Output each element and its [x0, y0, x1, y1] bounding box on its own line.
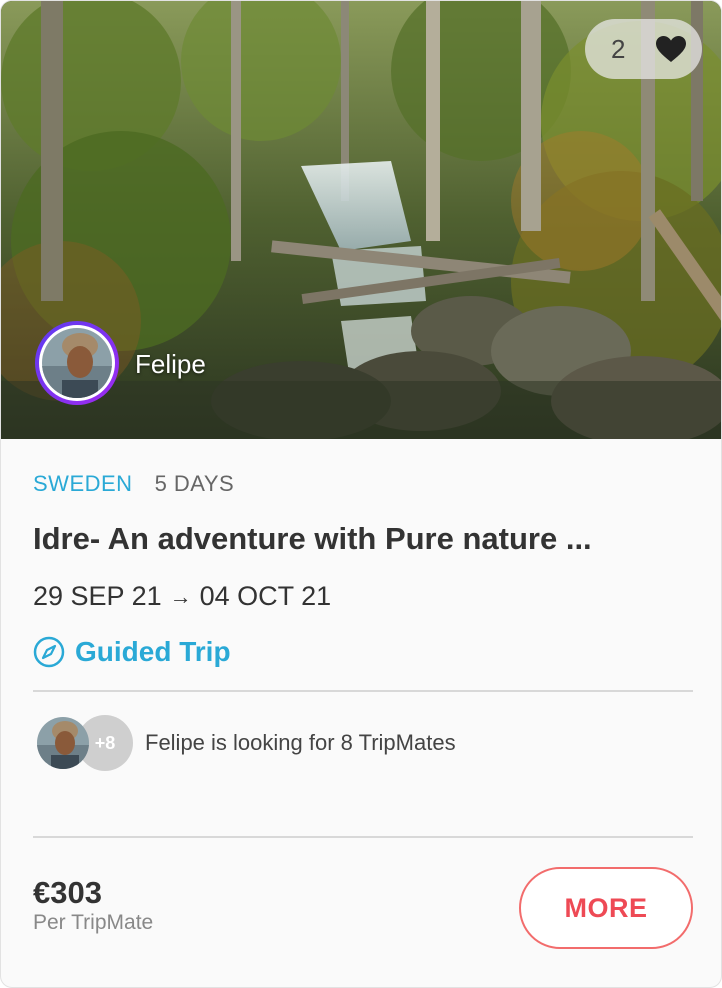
like-button[interactable]: 2: [585, 19, 702, 79]
trip-type: Guided Trip: [33, 636, 231, 668]
trip-end-date: 04 OCT 21: [199, 581, 332, 611]
trip-duration: 5 DAYS: [154, 471, 235, 496]
tripmate-avatar: [37, 717, 89, 769]
host-name[interactable]: Felipe: [135, 349, 206, 380]
arrow-right-icon: →: [169, 583, 192, 609]
trip-meta: SWEDEN 5 DAYS: [33, 471, 234, 497]
trip-dates: 29 SEP 21 → 04 OCT 21: [33, 581, 331, 612]
avatar: [42, 328, 112, 398]
trip-title[interactable]: Idre- An adventure with Pure nature ...: [33, 521, 592, 557]
like-count: 2: [611, 33, 626, 64]
tripmates-message: Felipe is looking for 8 TripMates: [145, 730, 456, 755]
trip-country: SWEDEN: [33, 471, 133, 496]
trip-card[interactable]: 2 Felipe SWEDEN 5 DAYS Idre- An adventur…: [0, 0, 722, 988]
tripmates-row: +8 Felipe is looking for 8 TripMates: [37, 715, 456, 771]
avatar: [37, 717, 89, 769]
divider: [33, 690, 693, 692]
trip-cover-image[interactable]: 2 Felipe: [1, 1, 721, 439]
host-avatar[interactable]: [35, 321, 119, 405]
compass-icon: [33, 636, 65, 668]
trip-type-label: Guided Trip: [75, 636, 231, 667]
trip-start-date: 29 SEP 21: [33, 581, 162, 611]
divider: [33, 836, 693, 838]
more-button[interactable]: MORE: [519, 867, 693, 949]
price-unit: Per TripMate: [33, 911, 154, 934]
heart-icon: [656, 36, 686, 62]
trip-price: €303: [33, 875, 102, 910]
